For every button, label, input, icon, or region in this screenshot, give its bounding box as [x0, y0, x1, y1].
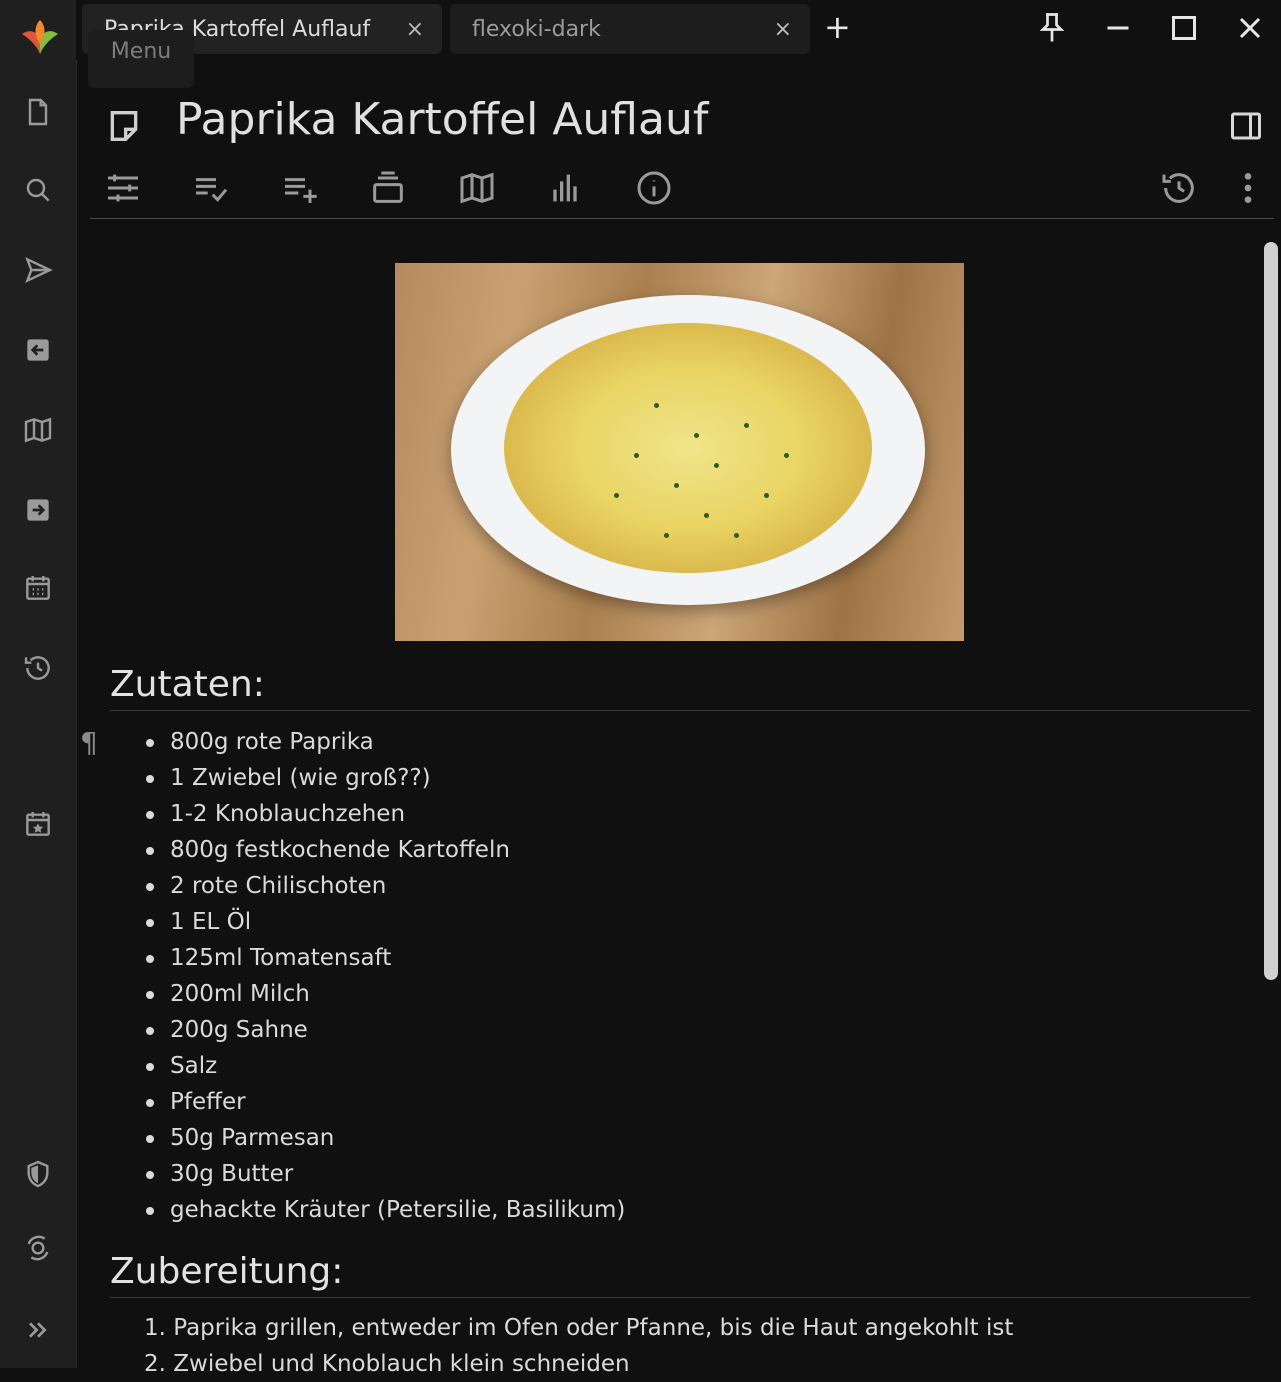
new-tab-button[interactable]: +: [824, 8, 851, 46]
recent-changes-icon[interactable]: [18, 648, 58, 688]
promoted-attributes-icon[interactable]: [191, 168, 231, 208]
launch-bar-calendar-icon[interactable]: [18, 804, 58, 844]
list-item: 2 rote Chilischoten: [145, 868, 625, 904]
toolbar-divider: [90, 218, 1274, 219]
list-item: Salz: [145, 1048, 625, 1084]
tab-label: flexoki-dark: [472, 16, 601, 42]
close-tab-icon[interactable]: ×: [774, 17, 792, 42]
note-map-icon[interactable]: [18, 410, 58, 450]
list-item: 1 Zwiebel (wie groß??): [145, 760, 625, 796]
list-item: Pfeffer: [145, 1084, 625, 1120]
note-type-icon[interactable]: [104, 106, 144, 146]
gratin-shape: [504, 323, 872, 573]
menu-tooltip: Menu: [88, 30, 194, 88]
list-item: 800g festkochende Kartoffeln: [145, 832, 625, 868]
toggle-right-pane-icon[interactable]: [1228, 108, 1264, 144]
list-item: 1 EL Öl: [145, 904, 625, 940]
note-info-icon[interactable]: [634, 168, 674, 208]
sync-status-icon[interactable]: [18, 1228, 58, 1268]
launcher-sidebar: [0, 0, 77, 1368]
list-item: 2. Zwiebel und Knoblauch klein schneiden: [144, 1351, 630, 1377]
ingredients-heading: Zutaten:: [110, 664, 265, 705]
new-note-icon[interactable]: [18, 92, 58, 132]
note-map-toolbar-icon[interactable]: [457, 168, 497, 208]
list-item: 200g Sahne: [145, 1012, 625, 1048]
tab-flexoki-dark[interactable]: flexoki-dark ×: [450, 4, 810, 54]
heading-underline: [110, 1297, 1250, 1298]
protected-session-icon[interactable]: [18, 1154, 58, 1194]
maximize-window-icon[interactable]: [1166, 10, 1202, 46]
close-tab-icon[interactable]: ×: [406, 17, 424, 42]
basic-properties-icon[interactable]: [103, 168, 143, 208]
search-icon[interactable]: [18, 170, 58, 210]
note-title[interactable]: Paprika Kartoffel Auflauf: [176, 94, 708, 145]
list-item: 125ml Tomatensaft: [145, 940, 625, 976]
note-revisions-icon[interactable]: [1159, 168, 1199, 208]
back-in-history-icon[interactable]: [18, 330, 58, 370]
more-options-icon[interactable]: [1228, 168, 1268, 208]
steps-list: 1. Paprika grillen, entweder im Ofen ode…: [144, 1310, 1013, 1382]
close-window-icon[interactable]: [1232, 10, 1268, 46]
ingredients-list: 800g rote Paprika 1 Zwiebel (wie groß??)…: [145, 724, 625, 1228]
preparation-heading: Zubereitung:: [110, 1251, 344, 1292]
recipe-photo: [395, 263, 964, 641]
similar-notes-icon[interactable]: [545, 168, 585, 208]
minimize-window-icon[interactable]: [1100, 10, 1136, 46]
list-item: 50g Parmesan: [145, 1120, 625, 1156]
inherited-attributes-icon[interactable]: [368, 168, 408, 208]
paragraph-mark-icon[interactable]: ¶: [80, 726, 98, 759]
list-item: 30g Butter: [145, 1156, 625, 1192]
heading-underline: [110, 710, 1250, 711]
owned-attributes-icon[interactable]: [280, 168, 320, 208]
list-item: gehackte Kräuter (Petersilie, Basilikum): [145, 1192, 625, 1228]
list-item: 1. Paprika grillen, entweder im Ofen ode…: [144, 1315, 1014, 1341]
scrollbar-thumb[interactable]: [1264, 242, 1278, 980]
calendar-icon[interactable]: [18, 568, 58, 608]
pin-window-icon[interactable]: [1034, 10, 1070, 46]
list-item: 1-2 Knoblauchzehen: [145, 796, 625, 832]
plate-shape: [451, 295, 925, 605]
list-item: 800g rote Paprika: [145, 724, 625, 760]
jump-to-note-icon[interactable]: [18, 250, 58, 290]
list-item: 200ml Milch: [145, 976, 625, 1012]
forward-in-history-icon[interactable]: [18, 490, 58, 530]
expand-sidebar-icon[interactable]: [18, 1310, 58, 1350]
trilium-logo-icon[interactable]: [18, 14, 62, 58]
